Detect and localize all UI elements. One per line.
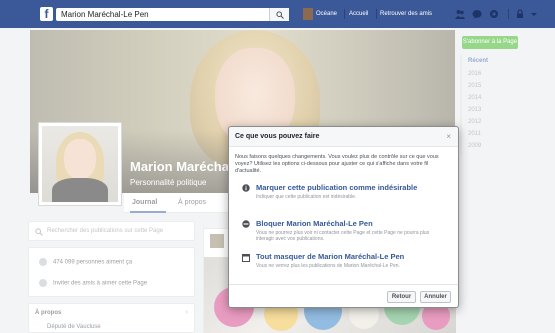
privacy-icon[interactable] — [515, 9, 525, 19]
nav-user-link[interactable]: Océane — [316, 11, 337, 17]
nav-home-link[interactable]: Accueil — [349, 11, 368, 17]
dialog-intro: Nous faisons quelques changements. Vous … — [235, 154, 439, 174]
nav-divider — [376, 9, 377, 19]
hide-all-icon — [242, 254, 250, 262]
option-hide-all[interactable]: Tout masquer de Marion Maréchal-Le Pen — [256, 252, 404, 261]
cancel-button[interactable]: Annuler — [420, 291, 451, 303]
back-button[interactable]: Retour — [387, 291, 416, 303]
option-block-page[interactable]: Bloquer Marion Maréchal-Le Pen — [256, 219, 373, 228]
dialog-footer: Retour Annuler — [229, 284, 458, 308]
report-dialog: Ce que vous pouvez faire × Nous faisons … — [228, 126, 459, 308]
friends-icon[interactable] — [455, 9, 465, 19]
option-mark-undesirable[interactable]: Marquer cette publication comme indésira… — [256, 183, 417, 192]
nav-divider — [508, 9, 509, 19]
search-box[interactable]: Marion Maréchal-Le Pen — [56, 8, 289, 21]
top-bar: f Marion Maréchal-Le Pen Océane Accueil … — [0, 0, 555, 28]
search-button[interactable] — [269, 8, 289, 21]
dialog-header: Ce que vous pouvez faire × — [229, 127, 458, 147]
option-desc: Vous ne pourrez plus voir ni contacter c… — [256, 230, 430, 242]
close-icon[interactable]: × — [446, 132, 451, 141]
user-avatar[interactable] — [303, 8, 313, 20]
notifications-icon[interactable] — [489, 9, 499, 19]
menu-icon[interactable] — [529, 9, 539, 19]
search-icon — [276, 11, 284, 19]
block-icon — [242, 220, 250, 228]
info-icon — [242, 184, 250, 192]
facebook-logo[interactable]: f — [40, 7, 53, 21]
nav-divider — [344, 9, 345, 19]
search-input[interactable]: Marion Maréchal-Le Pen — [61, 10, 149, 19]
option-desc: Vous ne verrez plus les publications de … — [256, 263, 400, 269]
messages-icon[interactable] — [472, 9, 482, 19]
option-desc: Indiquer que cette publication est indés… — [256, 194, 357, 200]
dialog-title: Ce que vous pouvez faire — [235, 133, 320, 140]
nav-find-friends-link[interactable]: Retrouver des amis — [380, 11, 432, 17]
